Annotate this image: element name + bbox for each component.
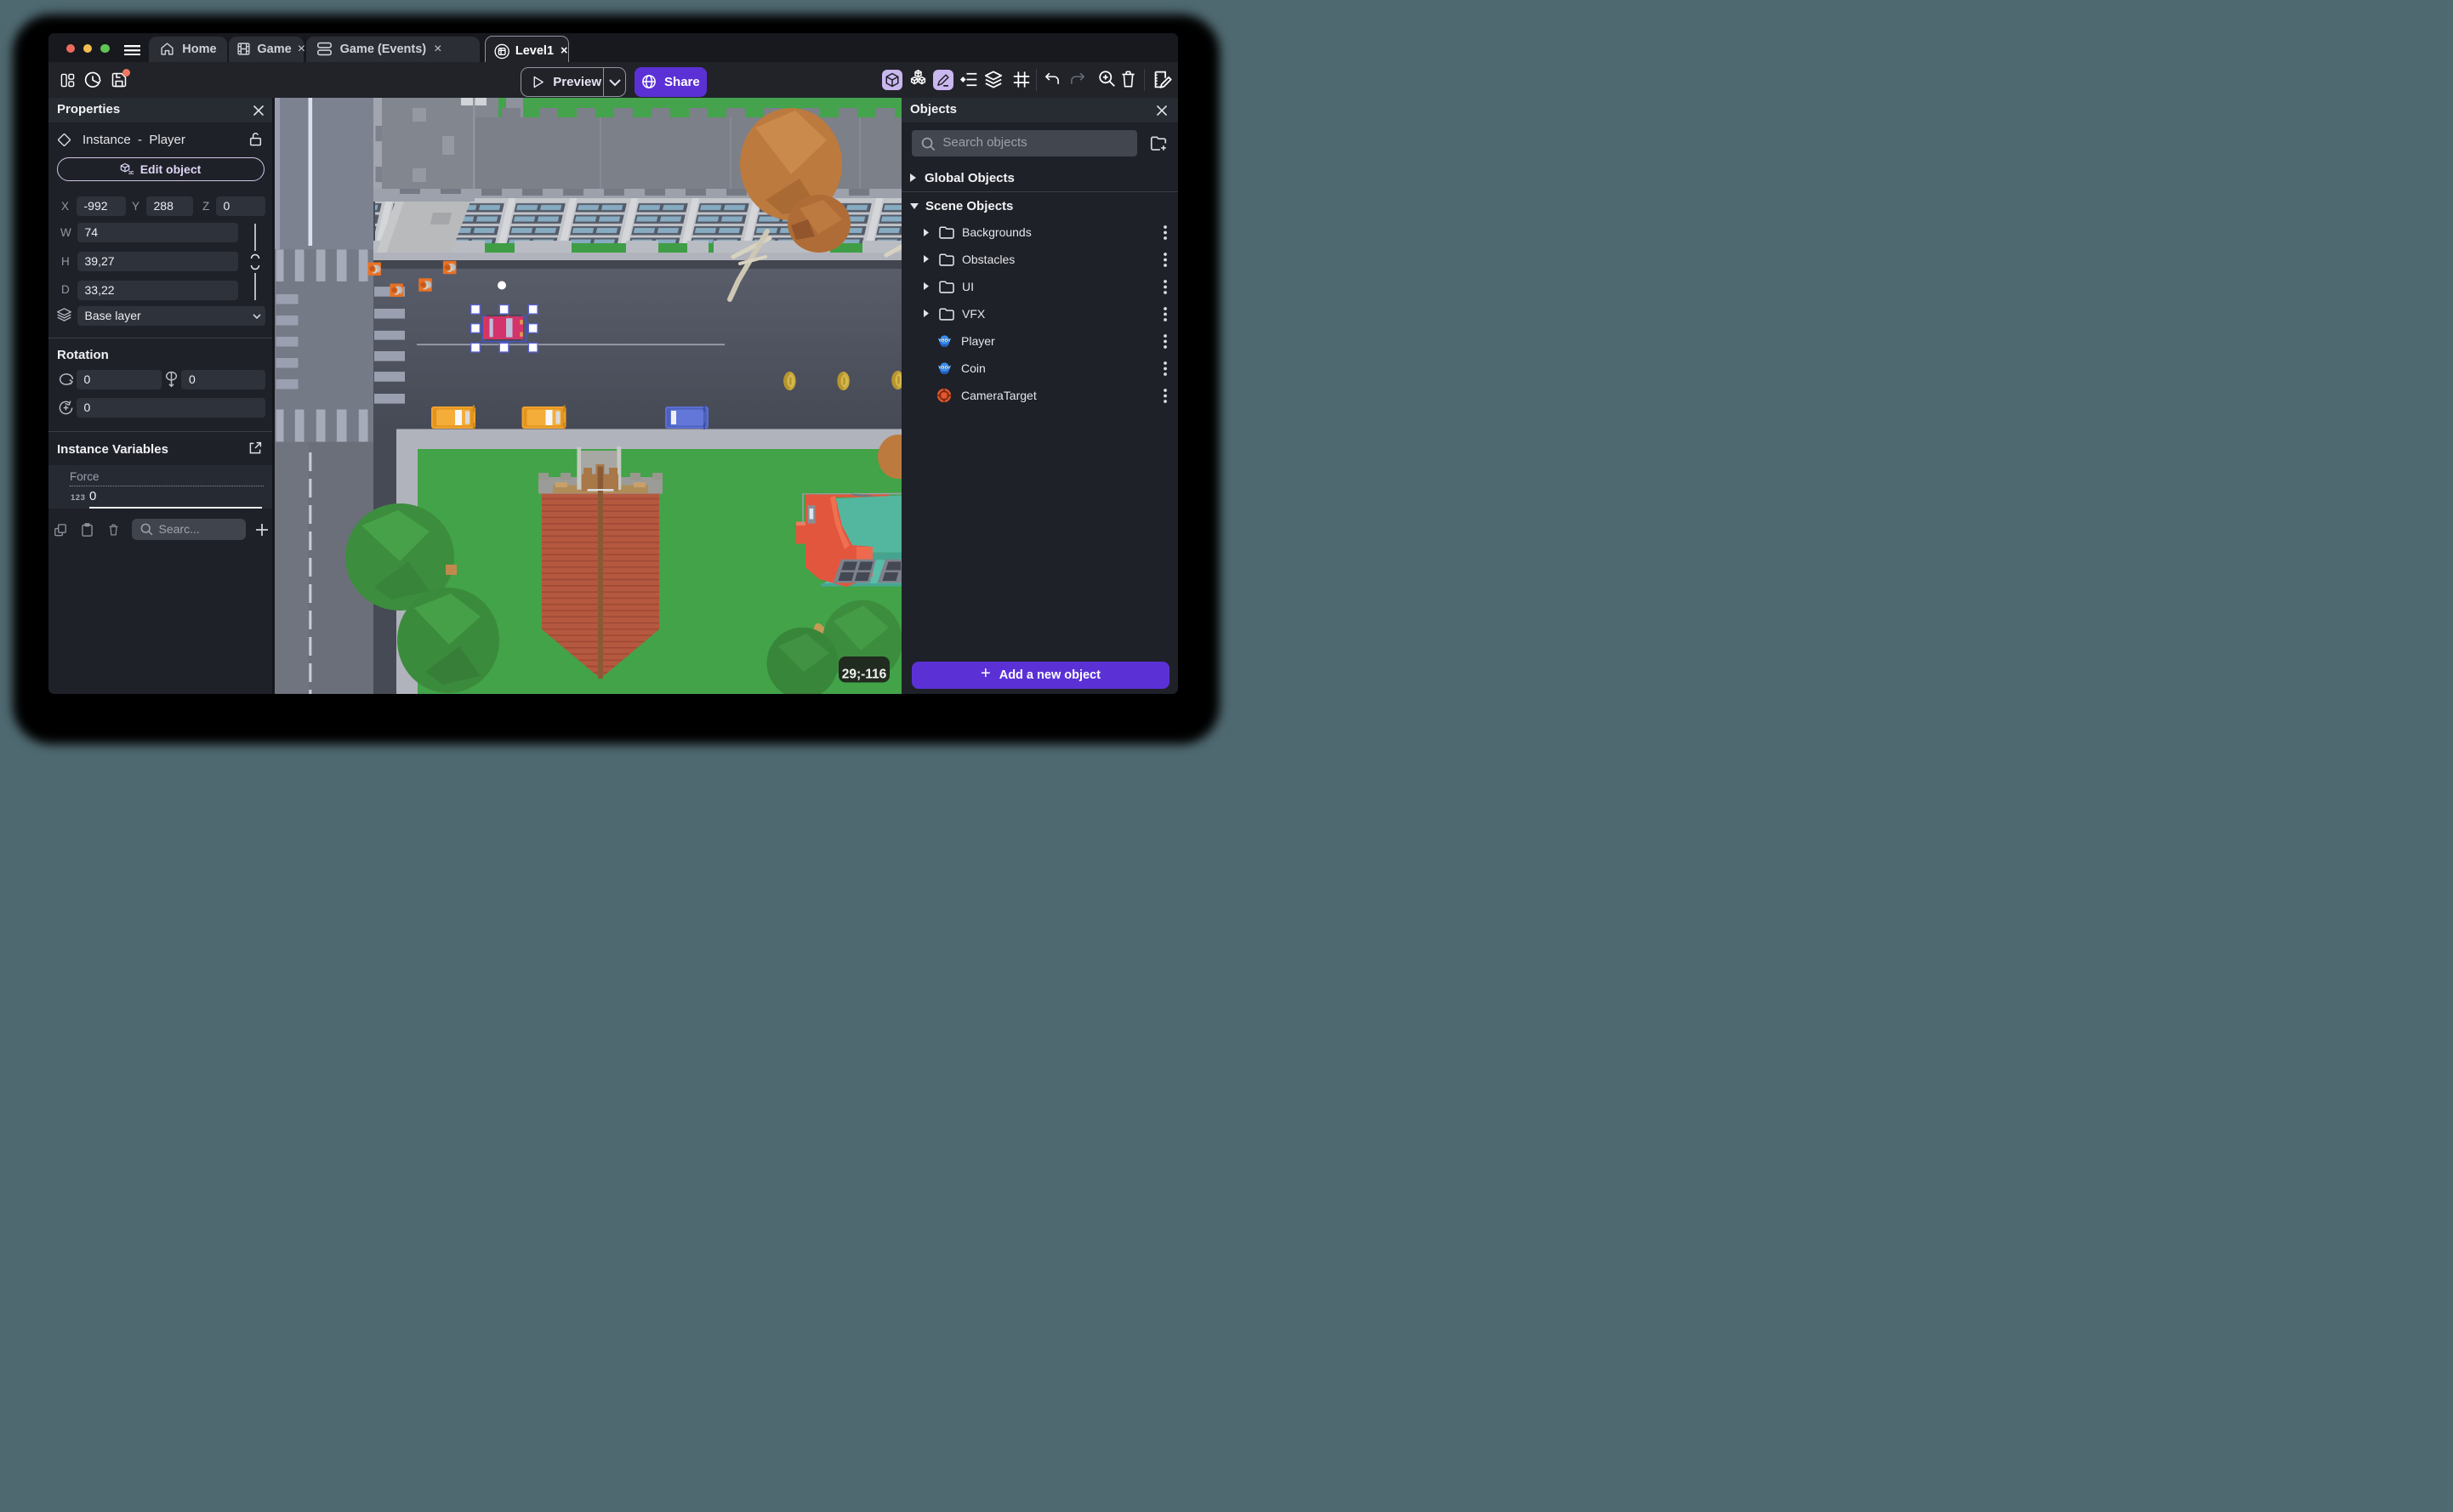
svg-text:3D: 3D (128, 171, 134, 175)
svg-text:29;-116: 29;-116 (842, 668, 887, 682)
